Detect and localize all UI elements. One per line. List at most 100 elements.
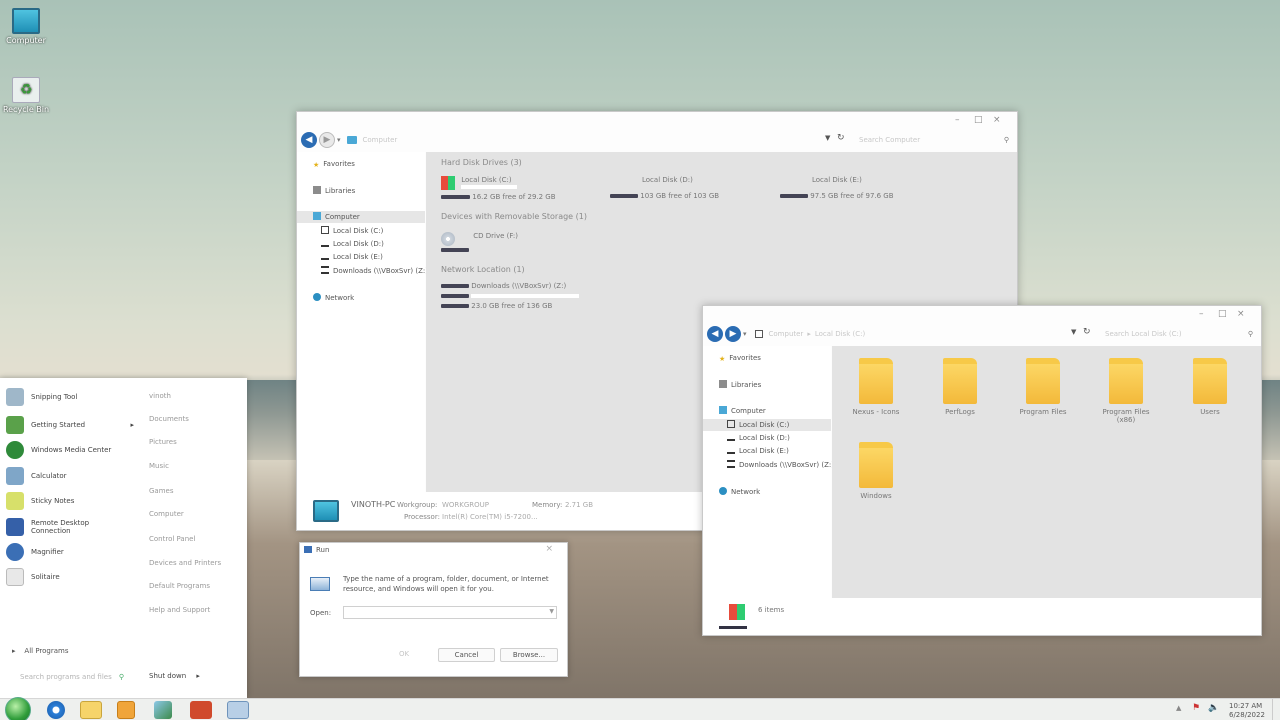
breadcrumb[interactable]: Computer	[363, 136, 398, 144]
folder-item[interactable]: Program Files (x86)	[1096, 358, 1156, 424]
network-location-item[interactable]: Downloads (\\VBoxSvr) (Z:) 23.0 GB free …	[441, 282, 579, 310]
folder-item[interactable]: Nexus - Icons	[846, 358, 906, 416]
nav-network[interactable]: Network	[313, 292, 354, 304]
nav-local-disk-e[interactable]: Local Disk (E:)	[727, 445, 789, 457]
internet-explorer-icon[interactable]	[47, 701, 65, 719]
search-icon: ⚲	[118, 673, 124, 681]
refresh-icon[interactable]: ↻	[837, 133, 845, 143]
history-dropdown-icon[interactable]: ▾	[337, 136, 341, 144]
place-user[interactable]: vinoth	[149, 392, 171, 400]
clock-date[interactable]: 6/28/2022	[1229, 711, 1265, 719]
run-taskbar-icon[interactable]	[227, 701, 249, 719]
media-player-icon[interactable]	[117, 701, 135, 719]
action-center-flag-icon[interactable]: ⚑	[1192, 703, 1200, 713]
start-item-remote-desktop[interactable]: Remote Desktop Connection	[6, 517, 106, 537]
place-games[interactable]: Games	[149, 487, 174, 495]
cd-drive-item[interactable]: CD Drive (F:)	[441, 232, 518, 252]
start-search-input[interactable]: Search programs and files ⚲	[6, 670, 128, 684]
browse-button[interactable]: Browse...	[500, 648, 558, 662]
maximize-button[interactable]: □	[1218, 309, 1227, 319]
search-placeholder: Search Local Disk (C:)	[1105, 330, 1182, 338]
folder-item[interactable]: PerfLogs	[930, 358, 990, 416]
nav-computer[interactable]: Computer	[297, 211, 425, 223]
drive-item-e[interactable]: Local Disk (E:) 97.5 GB free of 97.6 GB	[780, 176, 894, 200]
tools-icon[interactable]	[190, 701, 212, 719]
nav-network[interactable]: Network	[719, 486, 760, 498]
nav-computer[interactable]: Computer	[719, 405, 766, 417]
libraries-icon	[313, 186, 321, 194]
search-box[interactable]: Search Computer ⚲	[853, 133, 1015, 147]
shutdown-button[interactable]: Shut down ▸	[149, 672, 200, 680]
search-box[interactable]: Search Local Disk (C:) ⚲	[1099, 327, 1259, 341]
forward-button[interactable]: ▶	[725, 326, 741, 342]
refresh-icon[interactable]: ↻	[1083, 327, 1091, 337]
place-documents[interactable]: Documents	[149, 415, 189, 423]
maximize-button[interactable]: □	[974, 115, 983, 125]
place-control-panel[interactable]: Control Panel	[149, 535, 195, 543]
start-item-calculator[interactable]: Calculator	[6, 466, 67, 486]
nav-local-disk-c[interactable]: Local Disk (C:)	[321, 225, 383, 237]
nav-local-disk-e[interactable]: Local Disk (E:)	[321, 251, 383, 263]
drive-item-c[interactable]: Local Disk (C:) 16.2 GB free of 29.2 GB	[441, 176, 556, 201]
cancel-button[interactable]: Cancel	[438, 648, 495, 662]
all-programs-button[interactable]: ▸ All Programs	[12, 647, 69, 655]
start-item-solitaire[interactable]: Solitaire	[6, 567, 60, 587]
open-input[interactable]: ▼	[343, 606, 557, 619]
address-dropdown-icon[interactable]: ▼	[1071, 328, 1076, 336]
nav-local-disk-d[interactable]: Local Disk (D:)	[727, 432, 790, 444]
folder-item[interactable]: Users	[1180, 358, 1240, 416]
close-button[interactable]: ×	[993, 115, 1001, 125]
nav-downloads-z[interactable]: Downloads (\\VBoxSvr) (Z:)	[321, 265, 428, 277]
shutdown-options-arrow-icon[interactable]: ▸	[196, 672, 200, 680]
file-explorer-icon[interactable]	[80, 701, 102, 719]
show-desktop-button[interactable]	[1272, 699, 1280, 720]
paint-icon[interactable]	[154, 701, 172, 719]
volume-icon[interactable]: 🔈	[1208, 703, 1219, 713]
clock-time[interactable]: 10:27 AM	[1229, 702, 1262, 710]
open-dropdown-icon[interactable]: ▼	[549, 608, 554, 615]
nav-label: Local Disk (D:)	[739, 434, 790, 442]
place-help-support[interactable]: Help and Support	[149, 606, 210, 614]
nav-label: Computer	[325, 213, 360, 221]
start-item-windows-media-center[interactable]: Windows Media Center	[6, 440, 111, 460]
history-dropdown-icon[interactable]: ▾	[743, 330, 747, 338]
minimize-button[interactable]: –	[955, 115, 960, 125]
desktop-icon-recycle-bin[interactable]: Recycle Bin	[0, 77, 52, 114]
start-button[interactable]	[5, 697, 31, 720]
minimize-button[interactable]: –	[1199, 309, 1204, 319]
drive-item-d[interactable]: Local Disk (D:) 103 GB free of 103 GB	[610, 176, 719, 200]
address-dropdown-icon[interactable]: ▼	[825, 134, 830, 142]
section-header-network: Network Location (1)	[441, 265, 525, 274]
breadcrumb-computer[interactable]: Computer	[769, 330, 804, 338]
nav-libraries[interactable]: Libraries	[313, 185, 355, 197]
close-button[interactable]: ×	[545, 544, 553, 554]
close-button[interactable]: ×	[1237, 309, 1245, 319]
forward-button[interactable]: ▶	[319, 132, 335, 148]
nav-favorites[interactable]: ★ Favorites	[313, 158, 355, 170]
ok-button[interactable]: OK	[378, 648, 430, 662]
desktop-icon-computer[interactable]: Computer	[0, 8, 52, 45]
show-hidden-icons-icon[interactable]: ▲	[1176, 704, 1181, 712]
back-button[interactable]: ◀	[301, 132, 317, 148]
nav-label: Libraries	[325, 187, 356, 195]
nav-favorites[interactable]: ★ Favorites	[719, 352, 761, 364]
nav-downloads-z[interactable]: Downloads (\\VBoxSvr) (Z:)	[727, 459, 834, 471]
start-item-sticky-notes[interactable]: Sticky Notes	[6, 491, 74, 511]
back-button[interactable]: ◀	[707, 326, 723, 342]
place-computer[interactable]: Computer	[149, 510, 184, 518]
start-item-getting-started[interactable]: Getting Started ▸	[6, 415, 134, 435]
place-music[interactable]: Music	[149, 462, 169, 470]
start-item-magnifier[interactable]: Magnifier	[6, 542, 64, 562]
place-default-programs[interactable]: Default Programs	[149, 582, 210, 590]
nav-local-disk-c[interactable]: Local Disk (C:)	[703, 419, 831, 431]
drive-name: Local Disk (D:)	[642, 176, 693, 184]
place-pictures[interactable]: Pictures	[149, 438, 177, 446]
folder-item[interactable]: Windows	[846, 442, 906, 500]
magnifier-icon	[6, 543, 24, 561]
breadcrumb-local-disk-c[interactable]: Local Disk (C:)	[815, 330, 865, 338]
place-devices-printers[interactable]: Devices and Printers	[149, 559, 221, 567]
folder-item[interactable]: Program Files	[1013, 358, 1073, 416]
nav-libraries[interactable]: Libraries	[719, 379, 761, 391]
start-item-snipping-tool[interactable]: Snipping Tool	[6, 387, 77, 407]
nav-local-disk-d[interactable]: Local Disk (D:)	[321, 238, 384, 250]
